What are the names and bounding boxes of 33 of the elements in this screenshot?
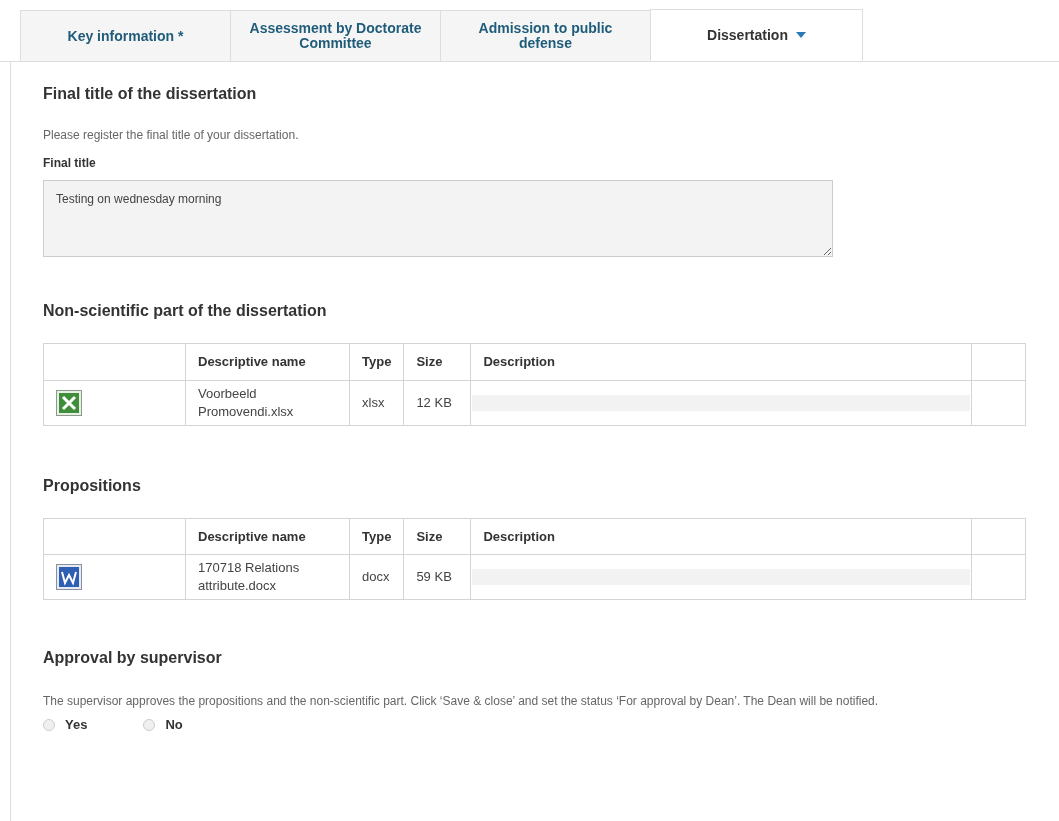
- field-label: Final title: [43, 155, 97, 172]
- document-icon: [56, 564, 82, 590]
- caret-icon: [795, 32, 806, 38]
- column-header: Description: [470, 343, 972, 380]
- table-cell: 170718 Relations attribute.docx: [185, 554, 350, 600]
- radio-button[interactable]: [43, 718, 55, 731]
- table-cell: docx: [349, 554, 404, 600]
- column-header: Descriptive name: [185, 518, 350, 555]
- instruction-text: The supervisor approves the propositions and the non-scientific part. Click ‘Save & close’ and set the status ‘For approval by Dean’. The Dean will be notified.: [43, 693, 880, 710]
- column-header: Type: [349, 343, 404, 380]
- section-heading: Approval by supervisor: [43, 648, 223, 668]
- instruction-text: Please register the final title of your dissertation.: [43, 127, 300, 144]
- spreadsheet-icon: [56, 389, 82, 416]
- tab[interactable]: Admission to public defense: [440, 10, 650, 62]
- column-header: Size: [403, 343, 471, 380]
- tab[interactable]: Key information *: [20, 10, 230, 62]
- radio-option[interactable]: No: [143, 715, 183, 735]
- table-cell: 12 KB: [403, 380, 471, 425]
- section-heading: Non-scientific part of the dissertation: [43, 301, 328, 321]
- tab[interactable]: Assessment by Doctorate Committee: [230, 10, 440, 62]
- table-cell: Voorbeeld Promovendi.xlsx: [185, 380, 350, 425]
- column-header: Size: [403, 518, 471, 555]
- radio-option[interactable]: Yes: [43, 715, 88, 735]
- section-heading: Propositions: [43, 475, 142, 496]
- column-header: Description: [470, 518, 972, 555]
- tab[interactable]: Dissertation: [650, 9, 863, 61]
- section-heading: Final title of the dissertation: [43, 84, 258, 104]
- column-header: Descriptive name: [185, 343, 350, 380]
- radio-button[interactable]: [143, 718, 156, 731]
- table-cell: 59 KB: [403, 554, 471, 600]
- title-input[interactable]: Testing on wednesday morning: [43, 180, 833, 257]
- table-cell: xlsx: [349, 380, 404, 425]
- column-header: Type: [349, 518, 404, 555]
